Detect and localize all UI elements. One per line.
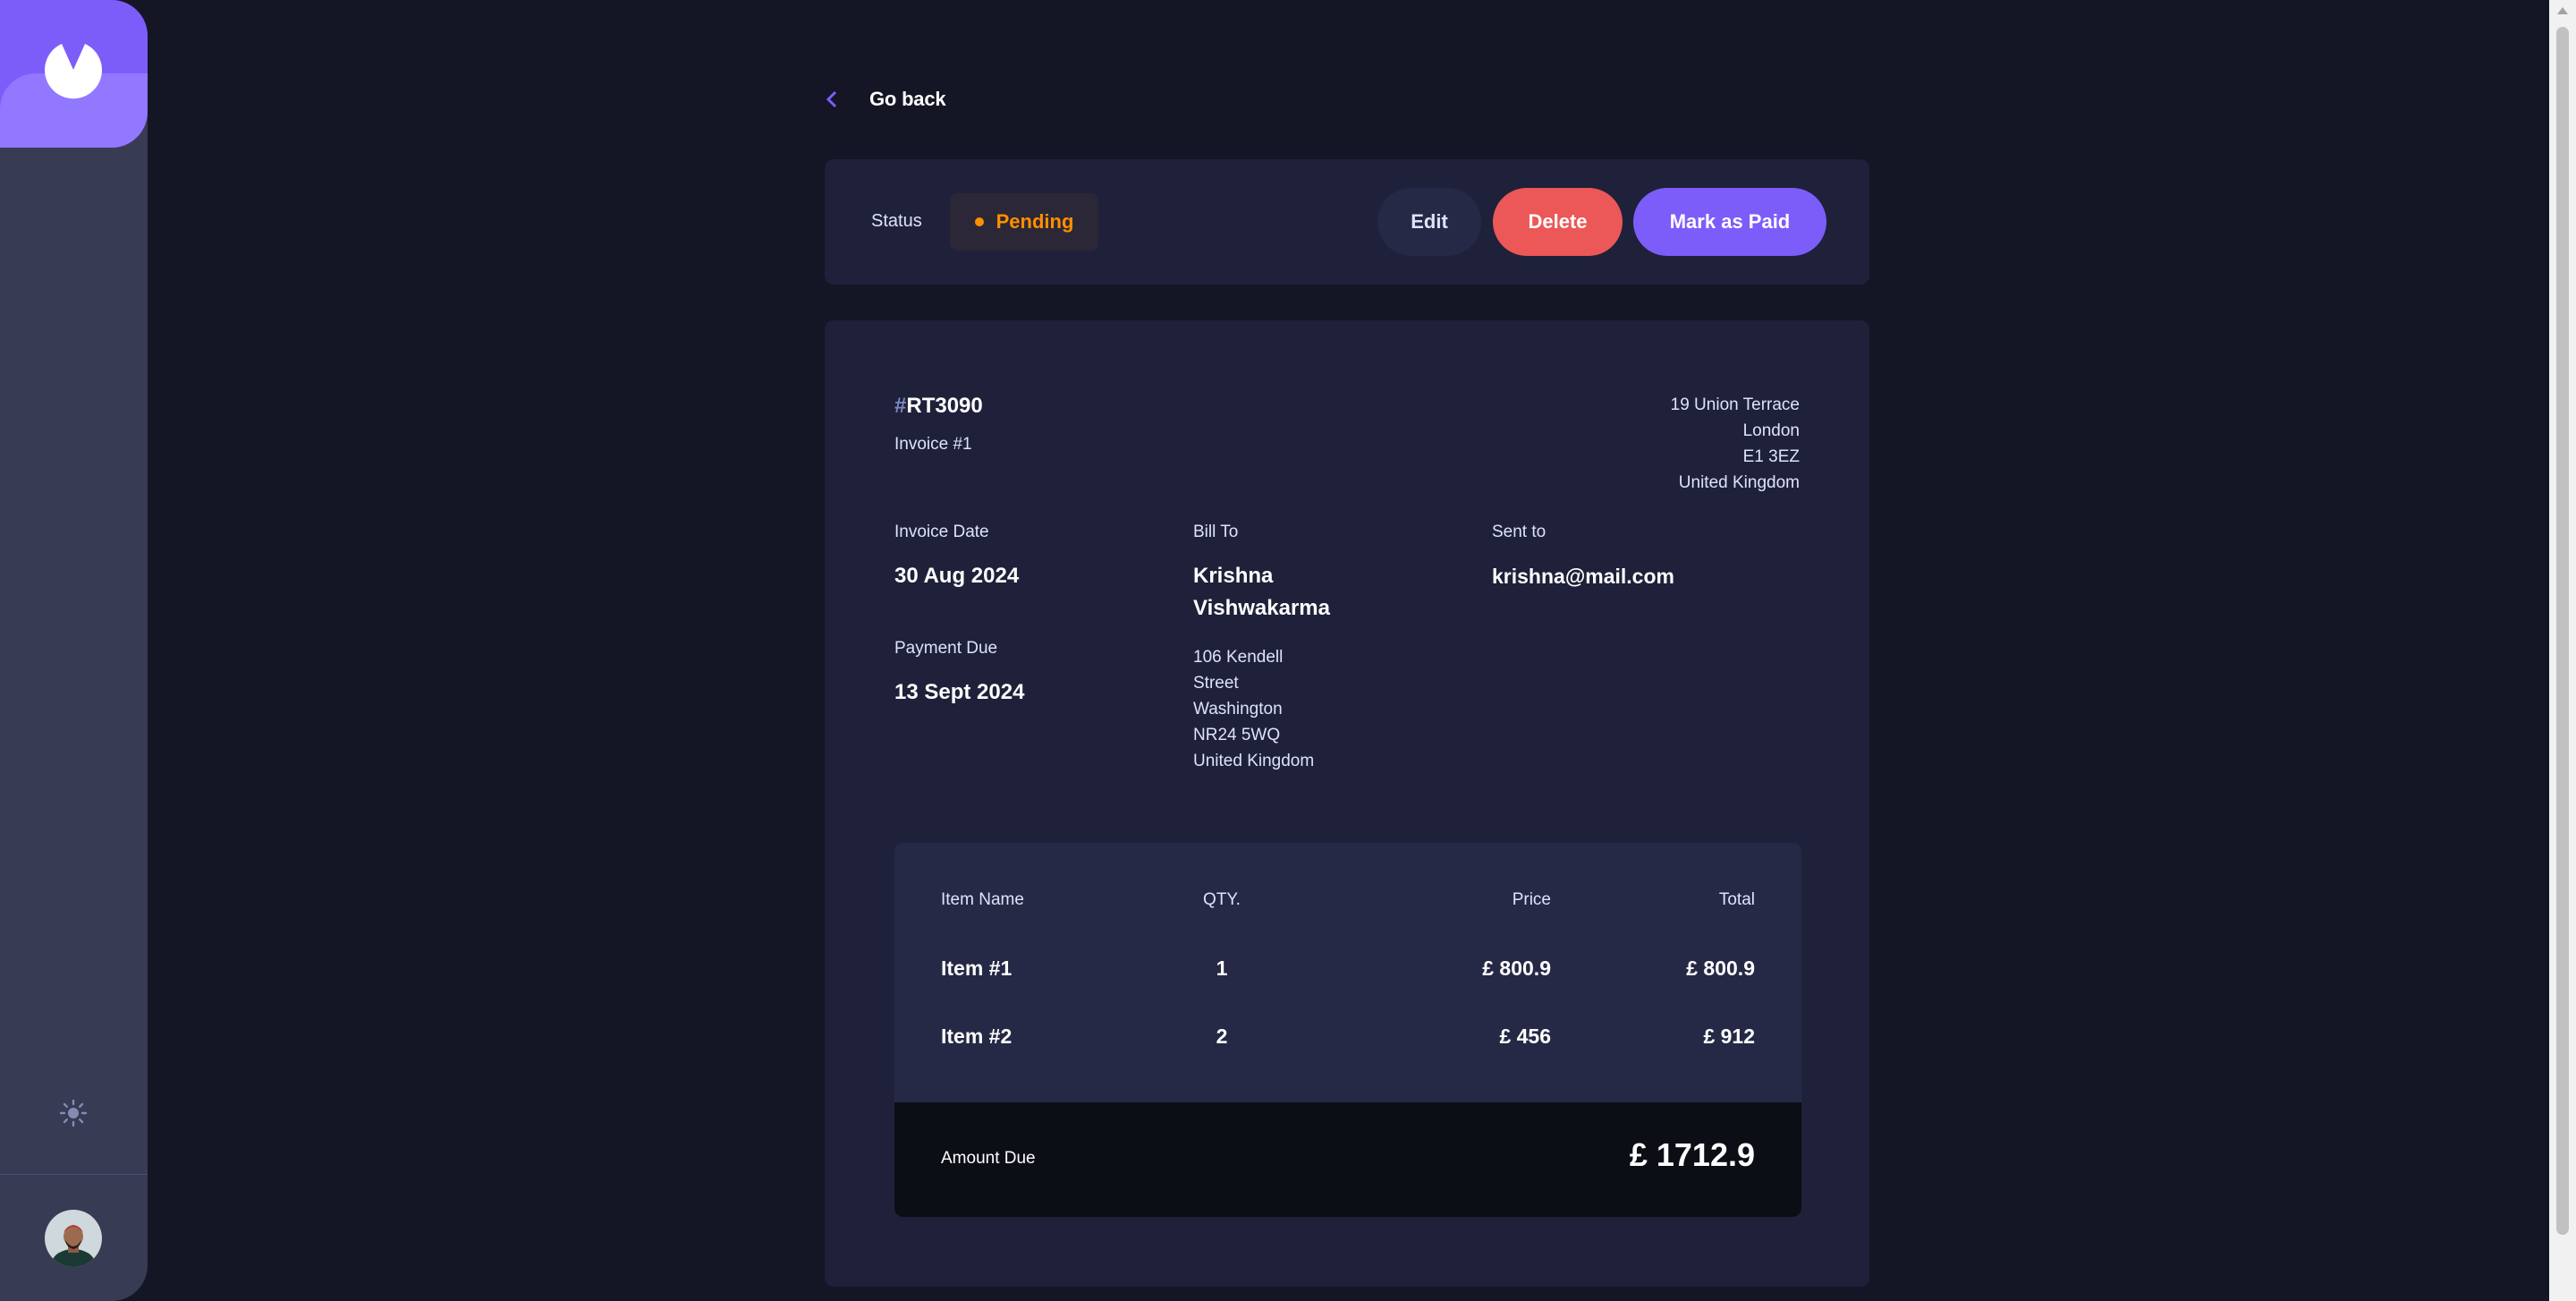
avatar-image [45, 1210, 102, 1267]
payment-due-value: 13 Sept 2024 [894, 680, 1025, 704]
invoice-details-card: #RT3090 Invoice #1 19 Union Terrace Lond… [825, 320, 1869, 1287]
status-badge: Pending [950, 193, 1098, 251]
sun-icon [59, 1099, 88, 1127]
client-address: 106 Kendell Street Washington NR24 5WQ U… [1193, 644, 1314, 774]
client-street-line2: Street [1193, 674, 1239, 693]
item-qty: 2 [1216, 1025, 1228, 1048]
delete-button[interactable]: Delete [1493, 188, 1623, 256]
item-name: Item #1 [941, 957, 1013, 980]
item-price: £ 800.9 [1482, 957, 1551, 980]
go-back-label: Go back [869, 88, 946, 110]
payment-due-label: Payment Due [894, 639, 998, 658]
status-dot-icon [974, 217, 984, 226]
item-total: £ 800.9 [1686, 957, 1755, 980]
theme-toggle-button[interactable] [55, 1095, 91, 1131]
items-table-header: Item Name QTY. Price Total [941, 884, 1755, 916]
invoice-id-hash: # [894, 394, 907, 418]
avatar[interactable] [45, 1210, 102, 1267]
item-qty: 1 [1216, 957, 1228, 980]
amount-due-bar: Amount Due £ 1712.9 [894, 1102, 1801, 1217]
sidebar-divider [0, 1174, 148, 1175]
invoice-id: #RT3090 [894, 394, 983, 419]
logo[interactable] [0, 0, 148, 148]
status-label: Status [871, 211, 922, 231]
header-total: Total [1718, 890, 1755, 909]
invoice-id-value: RT3090 [906, 394, 983, 418]
amount-due-value: £ 1712.9 [1629, 1136, 1755, 1173]
page-scrollbar[interactable] [2549, 0, 2576, 1301]
item-price: £ 456 [1499, 1025, 1551, 1048]
items-table: Item Name QTY. Price Total Item #1 1 £ 8… [894, 843, 1801, 1217]
scrollbar-thumb[interactable] [2556, 27, 2569, 1235]
header-price: Price [1512, 890, 1551, 909]
chevron-left-icon [826, 90, 837, 108]
header-item-name: Item Name [941, 890, 1024, 909]
table-row: Item #2 2 £ 456 £ 912 [941, 1020, 1755, 1052]
go-back-link[interactable]: Go back [825, 88, 946, 111]
client-city: Washington [1193, 700, 1283, 719]
status-value: Pending [996, 210, 1074, 233]
sender-address: 19 Union Terrace London E1 3EZ United Ki… [1671, 392, 1800, 496]
sender-country: United Kingdom [1678, 473, 1800, 492]
client-street-line1: 106 Kendell [1193, 648, 1284, 667]
sidebar [0, 0, 148, 1301]
client-name-line1: Krishna [1193, 564, 1274, 588]
mark-as-paid-button[interactable]: Mark as Paid [1633, 188, 1826, 256]
edit-button[interactable]: Edit [1377, 188, 1481, 256]
scroll-up-arrow-icon[interactable] [2557, 7, 2568, 14]
item-total: £ 912 [1703, 1025, 1755, 1048]
invoice-description: Invoice #1 [894, 435, 972, 454]
client-country: United Kingdom [1193, 752, 1315, 770]
client-post-code: NR24 5WQ [1193, 726, 1281, 744]
client-name-line2: Vishwakarma [1193, 596, 1330, 620]
table-row: Item #1 1 £ 800.9 £ 800.9 [941, 952, 1755, 984]
sender-street: 19 Union Terrace [1670, 395, 1800, 414]
bill-to-label: Bill To [1193, 523, 1239, 541]
invoice-date-value: 30 Aug 2024 [894, 564, 1020, 588]
amount-due-label: Amount Due [941, 1149, 1036, 1168]
logo-icon [45, 44, 102, 99]
item-name: Item #2 [941, 1025, 1013, 1048]
status-bar: Status Pending Edit Delete Mark as Paid [825, 159, 1869, 285]
header-qty: QTY. [1203, 890, 1241, 909]
sender-post-code: E1 3EZ [1742, 447, 1800, 466]
sent-to-label: Sent to [1492, 523, 1546, 541]
invoice-date-label: Invoice Date [894, 523, 989, 541]
sender-city: London [1742, 421, 1800, 440]
client-email: krishna@mail.com [1492, 565, 1674, 588]
